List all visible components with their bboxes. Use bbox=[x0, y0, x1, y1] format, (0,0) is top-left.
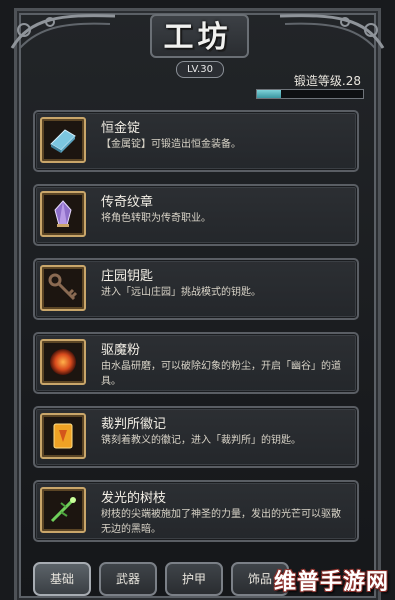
glowing-branch-icon bbox=[50, 497, 76, 523]
item-description: 由水晶研磨，可以破除幻象的粉尘，开启「幽谷」的道具。 bbox=[101, 361, 341, 387]
item-icon-frame bbox=[40, 339, 86, 385]
item-name: 发光的树枝 bbox=[101, 491, 167, 506]
item-icon-frame bbox=[40, 191, 86, 237]
left-ornament bbox=[10, 14, 116, 49]
list-item-manor-key[interactable]: 庄园钥匙 进入「远山庄园」挑战模式的钥匙。 bbox=[33, 258, 359, 320]
forge-level-label: 锻造等级.28 bbox=[293, 74, 361, 88]
list-item-legend-emblem[interactable]: 传奇纹章 将角色转职为传奇职业。 bbox=[33, 184, 359, 246]
list-item-exorcism-powder[interactable]: 驱魔粉 由水晶研磨，可以破除幻象的粉尘，开启「幽谷」的道具。 bbox=[33, 332, 359, 394]
item-description: 树枝的尖端被施加了神圣的力量，发出的光芒可以驱散无边的黑暗。 bbox=[101, 509, 341, 535]
item-name: 传奇纹章 bbox=[101, 195, 154, 210]
right-ornament bbox=[279, 14, 385, 49]
item-name: 驱魔粉 bbox=[101, 343, 141, 358]
level-badge: LV.30 bbox=[176, 61, 224, 78]
item-icon-frame bbox=[40, 117, 86, 163]
item-name: 裁判所徽记 bbox=[101, 417, 167, 432]
list-item-tribunal-badge[interactable]: 裁判所徽记 镌刻着教义的徽记，进入「裁判所」的钥匙。 bbox=[33, 406, 359, 468]
forge-progress-fill bbox=[257, 90, 282, 98]
ingot-icon bbox=[50, 129, 76, 153]
crystal-emblem-icon bbox=[54, 200, 72, 227]
powder-icon bbox=[50, 349, 76, 375]
key-icon bbox=[48, 273, 78, 301]
item-name: 庄园钥匙 bbox=[101, 269, 154, 284]
tab-weapons[interactable]: 武器 bbox=[99, 562, 157, 596]
forge-progress-bar bbox=[256, 89, 364, 99]
item-description: 进入「远山庄园」挑战模式的钥匙。 bbox=[101, 287, 261, 298]
tab-basic[interactable]: 基础 bbox=[33, 562, 91, 596]
badge-icon bbox=[53, 423, 73, 449]
page-title: 工坊 bbox=[163, 20, 232, 55]
item-description: 将角色转职为传奇职业。 bbox=[101, 213, 211, 224]
tab-armor[interactable]: 护甲 bbox=[165, 562, 223, 596]
item-description: 【金属锭】可锻造出恒金装备。 bbox=[101, 139, 241, 150]
item-description: 镌刻着教义的徽记，进入「裁判所」的钥匙。 bbox=[101, 435, 301, 446]
watermark: 维普手游网 bbox=[273, 570, 389, 595]
item-icon-frame bbox=[40, 487, 86, 533]
item-icon-frame bbox=[40, 265, 86, 311]
list-item-glowing-branch[interactable]: 发光的树枝 树枝的尖端被施加了神圣的力量，发出的光芒可以驱散无边的黑暗。 bbox=[33, 480, 359, 542]
item-icon-frame bbox=[40, 413, 86, 459]
item-name: 恒金锭 bbox=[101, 121, 141, 136]
list-item-hengjin-ingot[interactable]: 恒金锭 【金属锭】可锻造出恒金装备。 bbox=[33, 110, 359, 172]
title-banner: 工坊 LV.30 bbox=[130, 4, 265, 78]
